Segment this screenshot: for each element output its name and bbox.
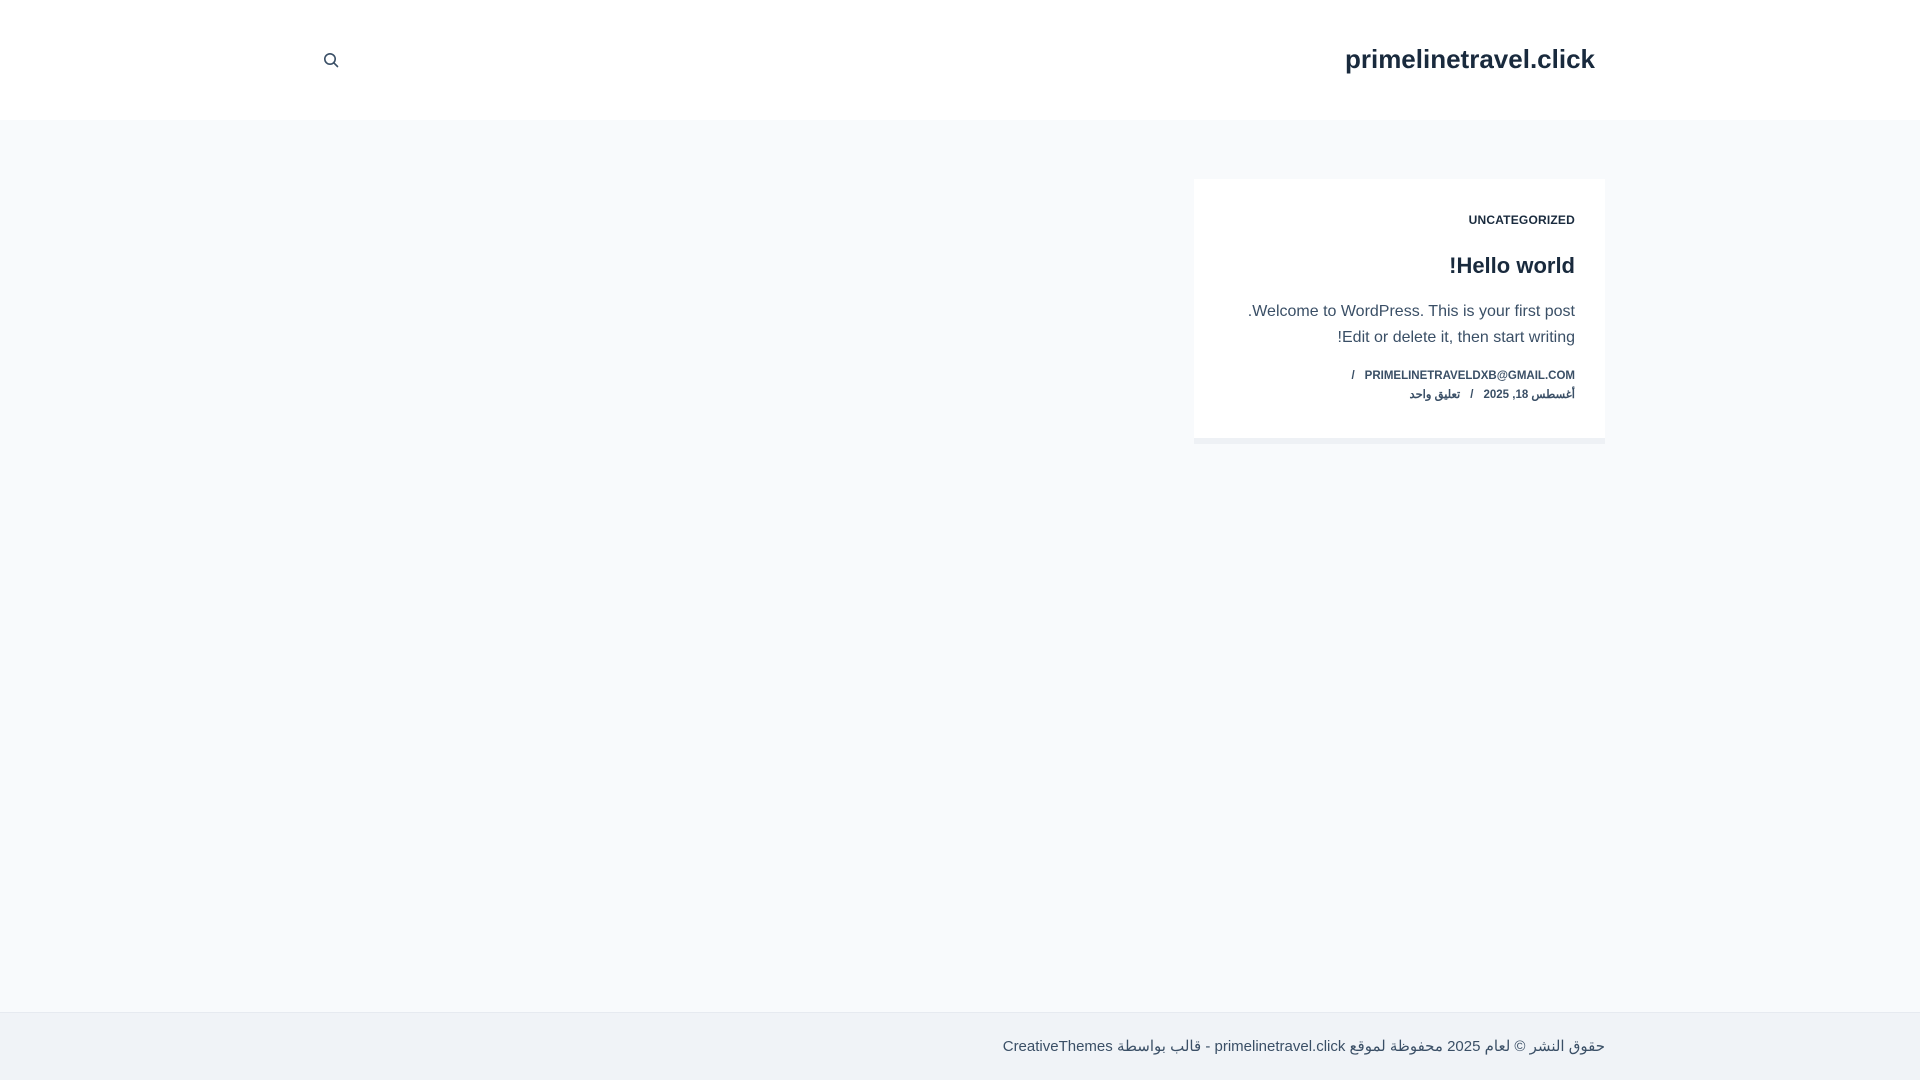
post-date: أغسطس 18, 2025 bbox=[1483, 389, 1575, 401]
site-footer: حقوق النشر © لعام 2025 محفوظة لموقع prim… bbox=[0, 1012, 1920, 1080]
post-meta-row-date: أغسطس 18, 2025 / تعليق واحد bbox=[1224, 386, 1575, 405]
post-comments-link[interactable]: تعليق واحد bbox=[1410, 389, 1461, 401]
main-content: UNCATEGORIZED Hello world! Welcome to Wo… bbox=[0, 120, 1920, 1012]
meta-separator: / bbox=[1351, 370, 1355, 382]
post-category-link[interactable]: UNCATEGORIZED bbox=[1469, 213, 1575, 227]
meta-separator: / bbox=[1470, 389, 1474, 401]
post-title-link[interactable]: Hello world! bbox=[1224, 253, 1575, 279]
post-author-link[interactable]: PRIMELINETRAVELDXB@GMAIL.COM bbox=[1365, 370, 1575, 382]
post-excerpt: Welcome to WordPress. This is your first… bbox=[1224, 299, 1575, 351]
site-title-link[interactable]: primelinetravel.click bbox=[1345, 44, 1595, 75]
search-icon bbox=[324, 53, 339, 68]
site-header: primelinetravel.click bbox=[0, 0, 1920, 120]
post-excerpt-line: Welcome to WordPress. This is your first… bbox=[1247, 303, 1575, 320]
post-meta-row-author: PRIMELINETRAVELDXB@GMAIL.COM / bbox=[1224, 367, 1575, 386]
post-card: UNCATEGORIZED Hello world! Welcome to Wo… bbox=[1194, 179, 1605, 444]
footer-copyright: حقوق النشر © لعام 2025 محفوظة لموقع prim… bbox=[1002, 1038, 1605, 1055]
search-button[interactable] bbox=[320, 49, 342, 71]
post-excerpt-line: Edit or delete it, then start writing! bbox=[1337, 329, 1575, 346]
post-meta: PRIMELINETRAVELDXB@GMAIL.COM / أغسطس 18, … bbox=[1224, 367, 1575, 405]
